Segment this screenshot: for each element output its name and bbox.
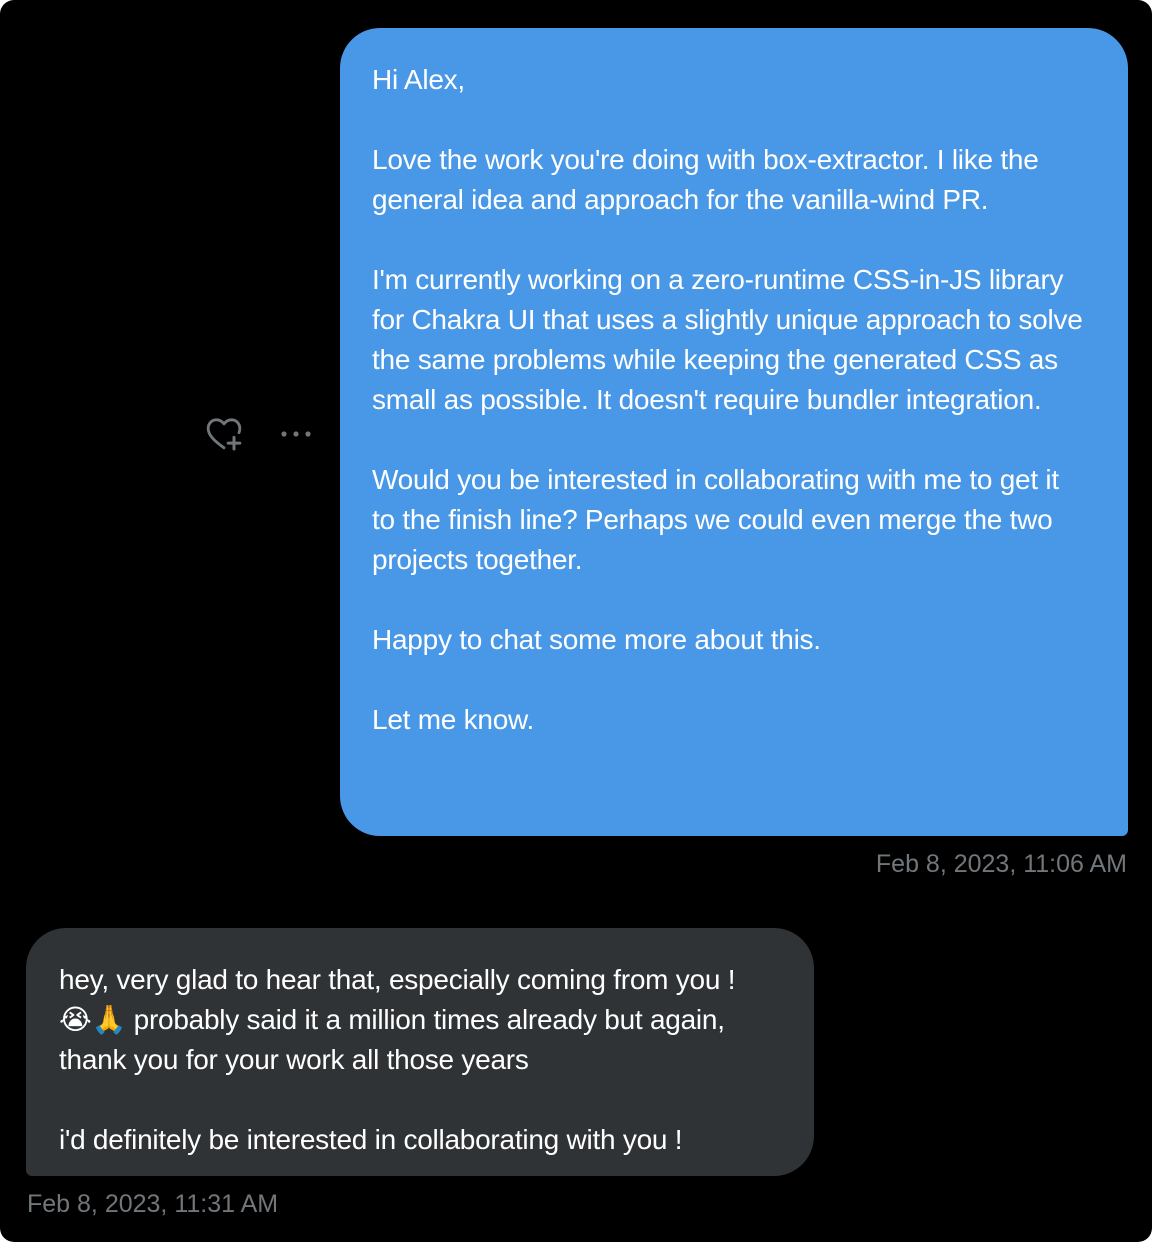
received-message-text-start: hey, very glad to hear that, especially … bbox=[59, 964, 743, 995]
received-message-bubble[interactable]: hey, very glad to hear that, especially … bbox=[26, 928, 814, 1176]
received-message-timestamp: Feb 8, 2023, 11:31 AM bbox=[27, 1190, 279, 1218]
crying-praying-emoji: 😭🙏 bbox=[59, 1003, 127, 1036]
sent-message-timestamp: Feb 8, 2023, 11:06 AM bbox=[875, 850, 1127, 878]
more-horizontal-icon[interactable] bbox=[274, 414, 318, 454]
sent-message-bubble[interactable]: Hi Alex, Love the work you're doing with… bbox=[340, 28, 1128, 836]
heart-plus-icon[interactable] bbox=[204, 414, 244, 454]
received-message-text-end: probably said it a million times already… bbox=[59, 1004, 725, 1155]
message-actions bbox=[200, 412, 320, 456]
dm-conversation: Hi Alex, Love the work you're doing with… bbox=[0, 0, 1152, 1242]
